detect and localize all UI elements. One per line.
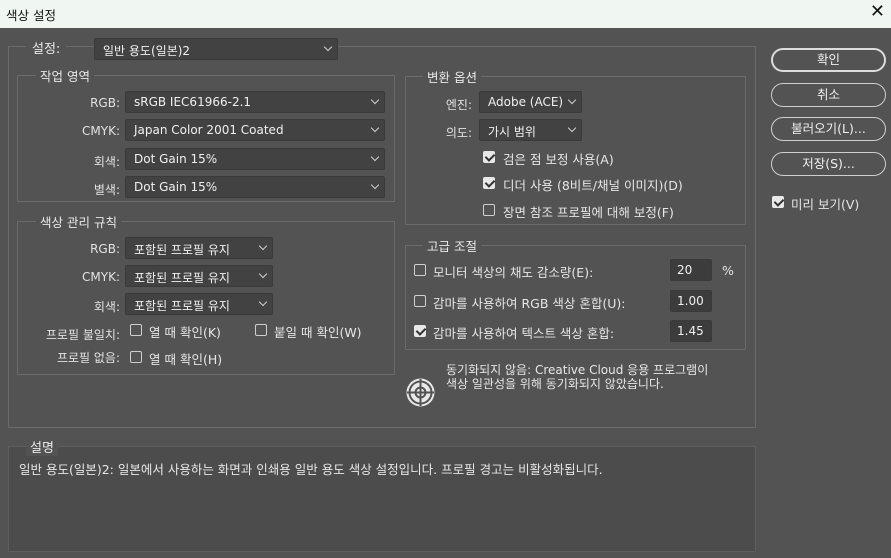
text-gamma-checkbox[interactable] [414, 325, 426, 337]
rgb-gamma-input[interactable]: 1.00 [670, 290, 712, 312]
engine-select[interactable]: Adobe (ACE) [479, 91, 582, 113]
ws-rgb-select[interactable]: sRGB IEC61966-2.1 [125, 91, 385, 113]
engine-label: 엔진: [445, 98, 472, 112]
save-button[interactable]: 저장(S)... [771, 152, 886, 176]
ws-cmyk-label: CMYK: [82, 124, 120, 138]
chevron-down-icon [259, 299, 267, 307]
ws-spot-label: 별색: [93, 183, 120, 197]
engine-value: Adobe (ACE) [488, 95, 564, 109]
chevron-down-icon [324, 44, 332, 52]
chevron-down-icon [568, 97, 576, 105]
rgb-gamma-label: 감마를 사용하여 RGB 색상 혼합(U): [433, 296, 626, 311]
cm-rgb-value: 포함된 프로필 유지 [134, 243, 230, 257]
dither-checkbox[interactable] [483, 177, 495, 189]
sync-status-line2: 색상 일관성을 위해 동기화되지 않았습니다. [446, 377, 664, 391]
chevron-down-icon [371, 182, 379, 190]
intent-label: 의도: [445, 126, 472, 140]
ok-button[interactable]: 확인 [771, 48, 886, 72]
chevron-down-icon [371, 125, 379, 133]
cancel-button[interactable]: 취소 [771, 83, 886, 107]
cm-cmyk-label: CMYK: [82, 270, 120, 284]
cm-gray-value: 포함된 프로필 유지 [134, 299, 230, 313]
scene-referred-checkbox[interactable] [483, 204, 495, 216]
dither-label: 디더 사용 (8비트/채널 이미지)(D) [503, 178, 683, 193]
ws-spot-select[interactable]: Dot Gain 15% [125, 176, 385, 198]
black-point-checkbox[interactable] [483, 151, 495, 163]
cm-gray-label: 회색: [93, 300, 120, 314]
ws-gray-value: Dot Gain 15% [134, 152, 218, 166]
settings-value: 일반 용도(일본)2 [103, 44, 191, 58]
cm-gray-select[interactable]: 포함된 프로필 유지 [125, 293, 273, 315]
description-legend: 설명 [26, 437, 58, 456]
working-spaces-legend: 작업 영역 [36, 66, 94, 85]
missing-open-checkbox[interactable] [130, 351, 142, 363]
chevron-down-icon [371, 97, 379, 105]
preview-label: 미리 보기(V) [791, 197, 860, 212]
load-button[interactable]: 불러오기(L)... [771, 117, 886, 141]
rgb-gamma-checkbox[interactable] [414, 295, 426, 307]
mismatch-open-label: 열 때 확인(K) [149, 325, 221, 340]
intent-select[interactable]: 가시 범위 [479, 119, 582, 141]
settings-select[interactable]: 일반 용도(일본)2 [94, 38, 338, 60]
mismatch-paste-label: 붙일 때 확인(W) [274, 325, 362, 340]
desaturate-unit: % [722, 263, 734, 278]
missing-profile-label: 프로필 없음: [56, 351, 120, 365]
settings-label: 설정: [26, 38, 67, 57]
missing-open-label: 열 때 확인(H) [149, 352, 223, 367]
cm-cmyk-value: 포함된 프로필 유지 [134, 271, 230, 285]
window-title: 색상 설정 [6, 8, 56, 23]
ws-cmyk-select[interactable]: Japan Color 2001 Coated [125, 119, 385, 141]
text-gamma-input[interactable]: 1.45 [670, 320, 712, 342]
cm-rgb-select[interactable]: 포함된 프로필 유지 [125, 237, 273, 259]
mismatch-open-checkbox[interactable] [130, 324, 142, 336]
desaturate-label: 모니터 색상의 채도 감소량(E): [433, 265, 594, 280]
sync-status-icon [406, 378, 435, 407]
ws-gray-label: 회색: [93, 155, 120, 169]
cm-cmyk-select[interactable]: 포함된 프로필 유지 [125, 265, 273, 287]
chevron-down-icon [259, 271, 267, 279]
intent-value: 가시 범위 [488, 125, 536, 139]
desaturate-input[interactable]: 20 [670, 259, 712, 281]
profile-mismatch-label: 프로필 불일치: [45, 328, 120, 342]
mismatch-paste-checkbox[interactable] [255, 324, 267, 336]
scene-referred-label: 장면 참조 프로필에 대해 보정(F) [503, 205, 674, 220]
conversion-legend: 변환 옵션 [423, 67, 481, 86]
black-point-label: 검은 점 보정 사용(A) [503, 152, 614, 167]
ws-spot-value: Dot Gain 15% [134, 180, 218, 194]
color-management-legend: 색상 관리 규칙 [36, 212, 121, 231]
preview-checkbox[interactable] [772, 196, 784, 208]
ws-rgb-value: sRGB IEC61966-2.1 [134, 95, 252, 109]
chevron-down-icon [259, 243, 267, 251]
title-bar: 색상 설정 ✕ [0, 0, 891, 28]
chevron-down-icon [568, 125, 576, 133]
ws-rgb-label: RGB: [90, 96, 120, 110]
text-gamma-label: 감마를 사용하여 텍스트 색상 혼합: [433, 326, 615, 341]
close-icon[interactable]: ✕ [870, 2, 885, 22]
chevron-down-icon [371, 154, 379, 162]
description-text: 일반 용도(일본)2: 일본에서 사용하는 화면과 인쇄용 일반 용도 색상 설… [19, 462, 603, 477]
ws-cmyk-value: Japan Color 2001 Coated [134, 123, 284, 137]
cm-rgb-label: RGB: [90, 242, 120, 256]
desaturate-checkbox[interactable] [414, 264, 426, 276]
advanced-legend: 고급 조절 [423, 236, 481, 255]
ws-gray-select[interactable]: Dot Gain 15% [125, 148, 385, 170]
